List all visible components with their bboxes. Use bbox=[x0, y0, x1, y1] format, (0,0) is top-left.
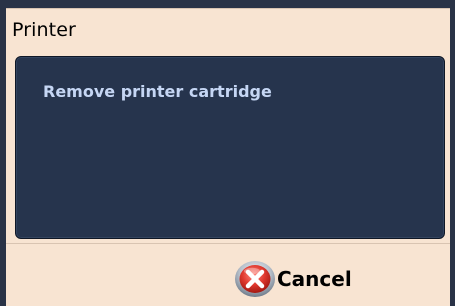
printer-dialog: Printer Remove printer cartridge Cancel bbox=[6, 8, 450, 306]
background-window-edge-right bbox=[450, 0, 455, 306]
cancel-x-icon bbox=[234, 260, 276, 298]
background-window-edge bbox=[0, 0, 455, 8]
footer-divider bbox=[6, 243, 450, 244]
dialog-title: Printer bbox=[12, 19, 76, 41]
cancel-button-label: Cancel bbox=[277, 267, 352, 291]
message-text: Remove printer cartridge bbox=[43, 82, 272, 101]
cancel-button[interactable]: Cancel bbox=[234, 259, 360, 299]
message-panel: Remove printer cartridge bbox=[15, 56, 445, 239]
page: Printer Remove printer cartridge Cancel bbox=[0, 0, 455, 306]
